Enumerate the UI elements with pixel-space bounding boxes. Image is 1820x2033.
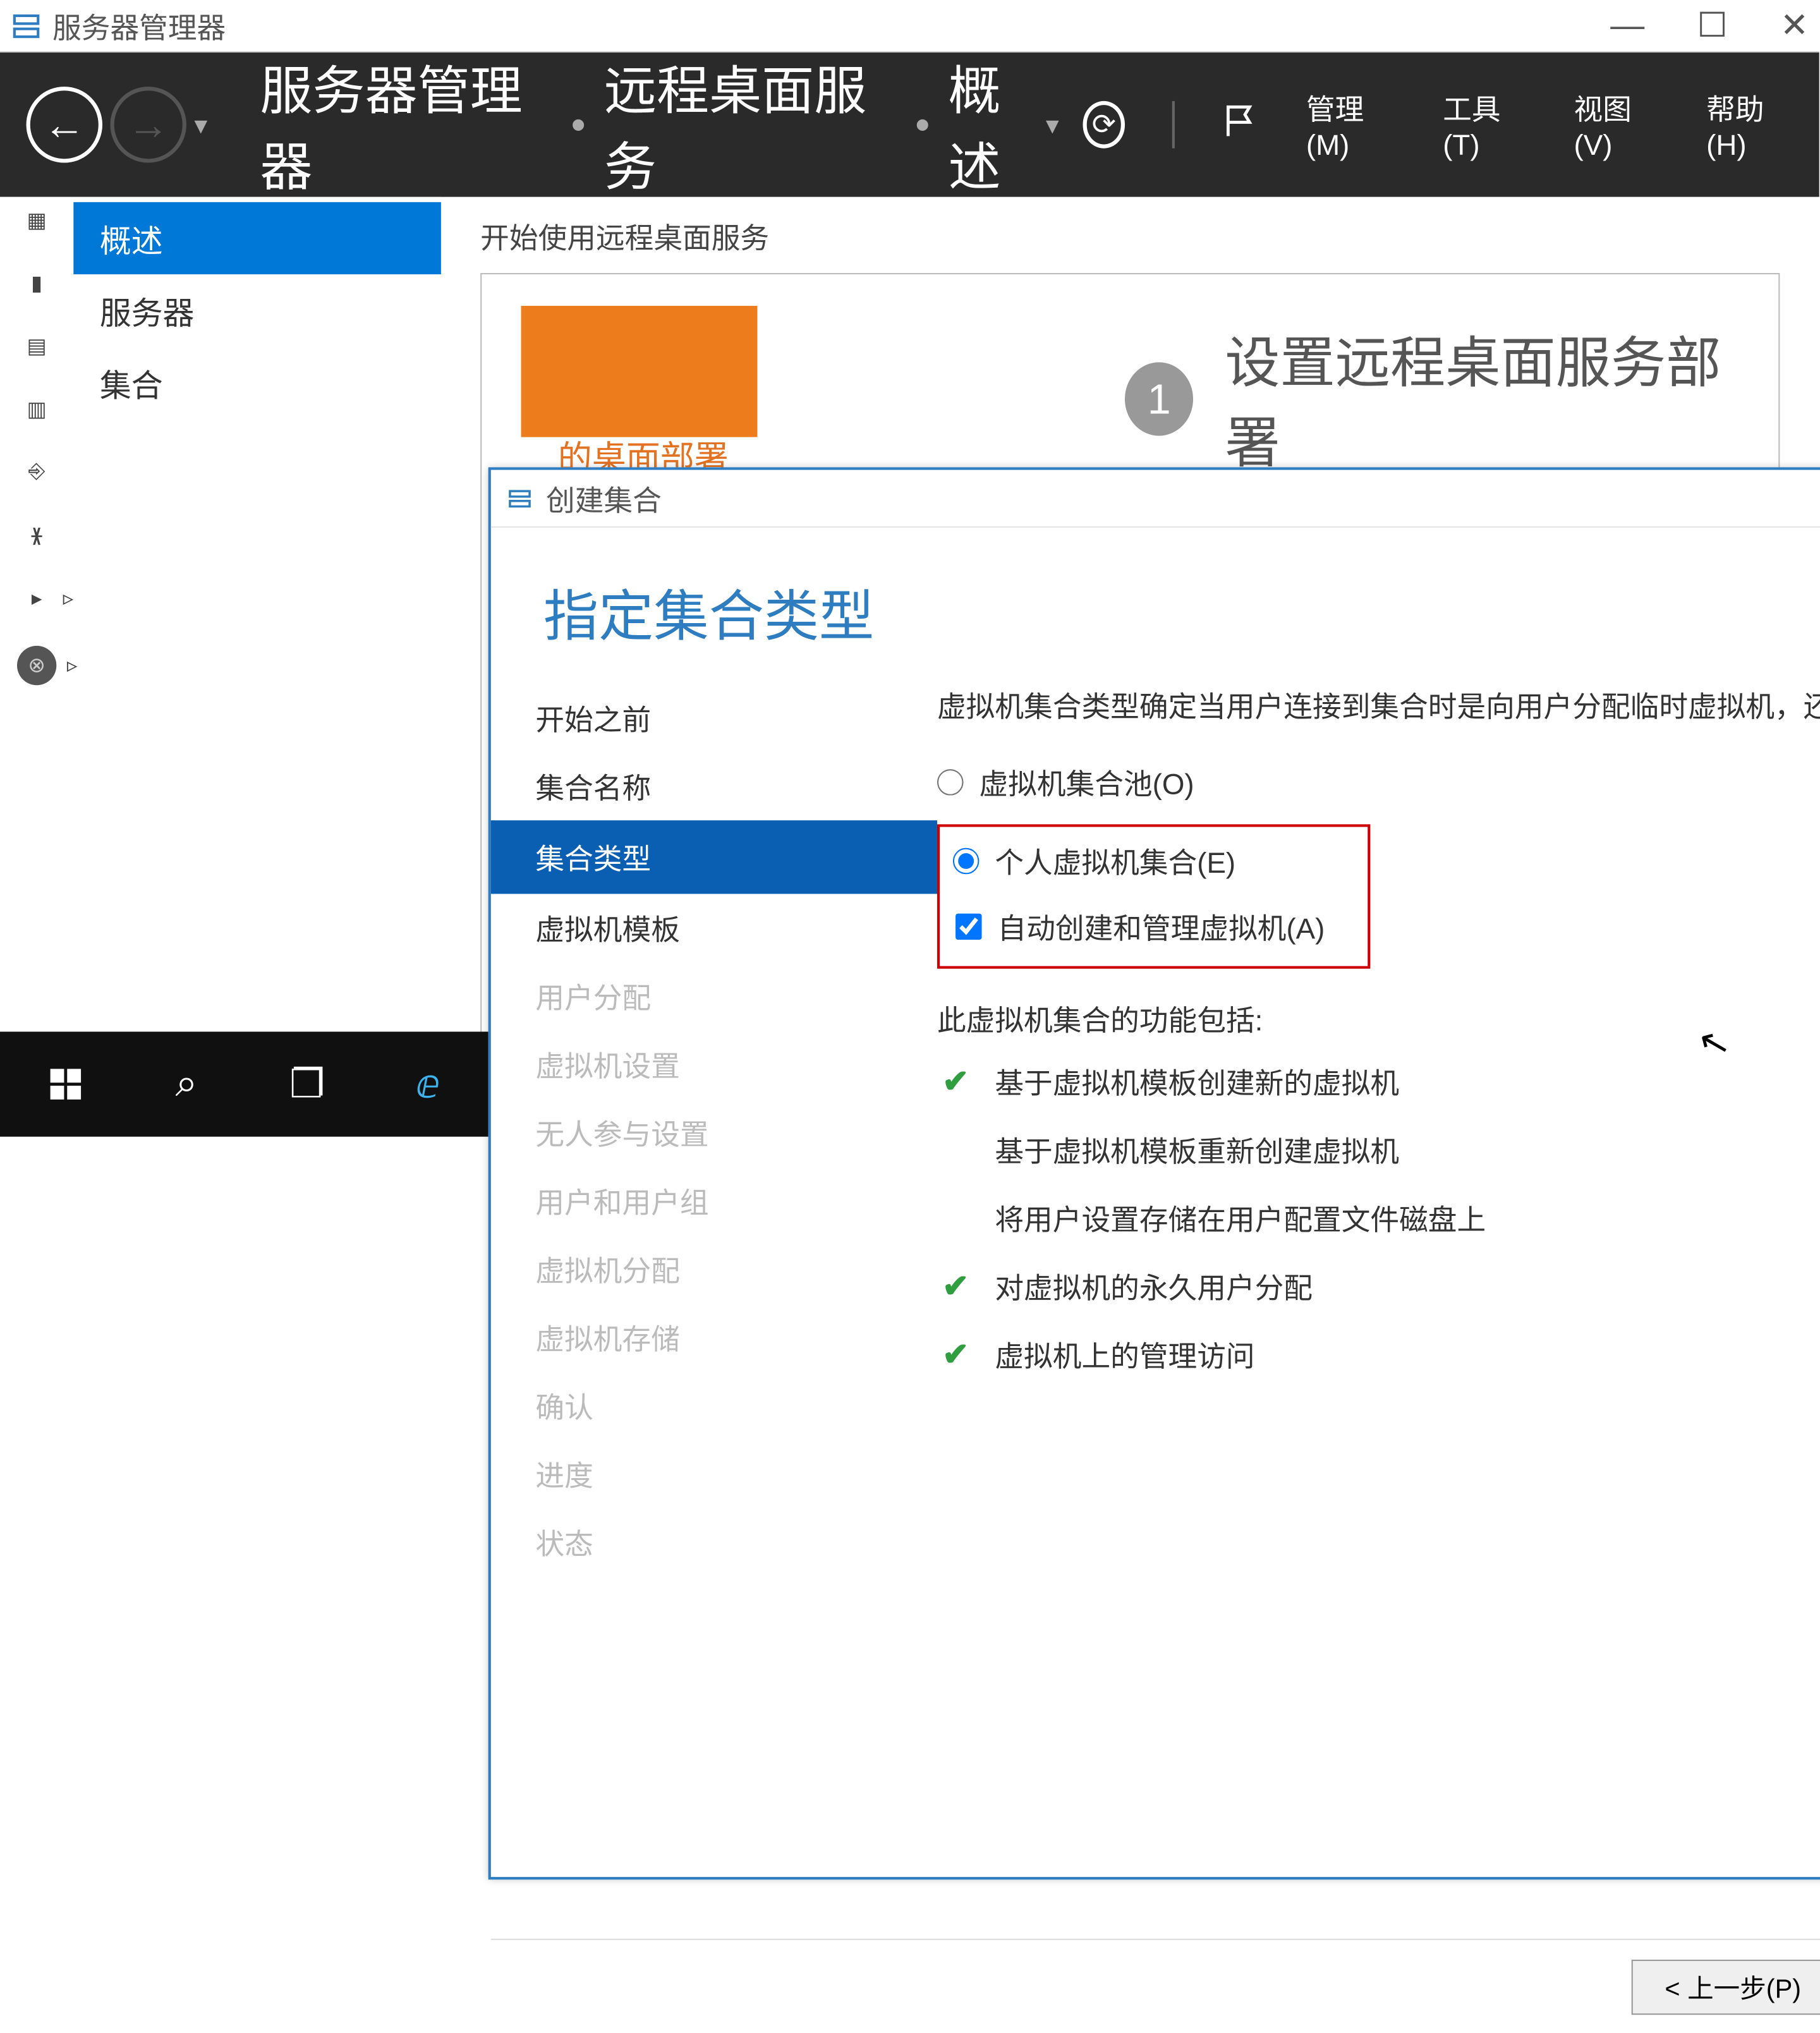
rail-rds-icon[interactable]: ⊗▹ xyxy=(17,646,56,685)
window-minimize-button[interactable]: — xyxy=(1610,5,1644,46)
radio-personal-row[interactable]: 个人虚拟机集合(E) xyxy=(953,841,1347,882)
wizard-step[interactable]: 开始之前 xyxy=(491,684,937,752)
sidebar-item-servers[interactable]: 服务器 xyxy=(73,274,441,346)
rail-file-services-icon[interactable]: ▥ xyxy=(18,394,55,425)
checkbox-auto-label: 自动创建和管理虚拟机(A) xyxy=(998,906,1325,948)
wizard-step-list: 开始之前 集合名称 集合类型 虚拟机模板 用户分配 虚拟机设置 无人参与设置 用… xyxy=(491,684,937,1939)
highlight-box: 个人虚拟机集合(E) 自动创建和管理虚拟机(A) xyxy=(937,825,1370,969)
wizard-step: 虚拟机分配 xyxy=(491,1235,937,1303)
wizard-step: 确认 xyxy=(491,1371,937,1440)
breadcrumb-root[interactable]: 服务器管理器 xyxy=(260,49,552,201)
wizard-content: 虚拟机集合类型确定当用户连接到集合时是向用户分配临时虚拟机，还是向用户分配个人虚… xyxy=(937,684,1820,1939)
step-number-badge: 1 xyxy=(1125,362,1193,435)
rail-nap-icon[interactable]: ᚕ xyxy=(18,519,55,551)
feature-item: ✔将用户设置存储在用户配置文件磁盘上 xyxy=(942,1198,1820,1239)
task-view-button[interactable]: ❐ xyxy=(246,1032,367,1137)
menu-tools[interactable]: 工具(T) xyxy=(1443,87,1527,162)
radio-personal-label: 个人虚拟机集合(E) xyxy=(995,841,1235,882)
breadcrumb-separator: • xyxy=(571,100,586,149)
nav-back-button[interactable]: ← xyxy=(27,87,102,162)
sidebar: 概述 服务器 集合 xyxy=(73,197,441,1032)
wizard-step: 无人参与设置 xyxy=(491,1098,937,1167)
breadcrumb-dropdown-icon[interactable]: ▾ xyxy=(1046,108,1059,141)
wizard-icon xyxy=(507,485,533,511)
wizard-step[interactable]: 虚拟机模板 xyxy=(491,894,937,962)
wizard-step: 用户分配 xyxy=(491,962,937,1030)
start-button[interactable] xyxy=(5,1032,126,1137)
feature-item: ✔基于虚拟机模板重新创建虚拟机 xyxy=(942,1129,1820,1171)
nav-forward-button[interactable]: → xyxy=(110,87,186,162)
sidebar-item-label: 集合 xyxy=(100,369,163,404)
feature-item: ✔对虚拟机的永久用户分配 xyxy=(942,1266,1820,1308)
wizard-titlebar: 创建集合 — ☐ ✕ xyxy=(491,470,1820,528)
menu-help[interactable]: 帮助(H) xyxy=(1706,87,1793,162)
wizard-step: 进度 xyxy=(491,1440,937,1508)
check-icon: ✔ xyxy=(942,1336,976,1374)
icon-rail: ▦ ▮ ▤ ▥ ⎆ ᚕ ▸▹ ⊗▹ xyxy=(0,197,73,1032)
wizard-title-text: 创建集合 xyxy=(546,477,662,519)
search-button[interactable]: ⌕ xyxy=(126,1032,246,1137)
sidebar-item-label: 概述 xyxy=(100,224,163,260)
header-bar: ← → ▾ 服务器管理器 • 远程桌面服务 • 概述 ▾ ⟳ 管理(M) 工具(… xyxy=(0,52,1819,197)
radio-pool-label: 虚拟机集合池(O) xyxy=(979,762,1194,803)
header-divider xyxy=(1173,101,1175,149)
radio-pool-row[interactable]: 虚拟机集合池(O) xyxy=(937,762,1820,803)
features-list: ✔基于虚拟机模板创建新的虚拟机 ✔基于虚拟机模板重新创建虚拟机 ✔将用户设置存储… xyxy=(937,1061,1820,1376)
rail-dashboard-icon[interactable]: ▦ xyxy=(18,205,55,236)
wizard-heading: 指定集合类型 xyxy=(491,528,1820,684)
check-icon: ✔ xyxy=(942,1063,976,1101)
checkbox-auto-manage[interactable] xyxy=(956,914,982,940)
checkbox-auto-row[interactable]: 自动创建和管理虚拟机(A) xyxy=(953,906,1347,948)
prev-button[interactable]: < 上一步(P) xyxy=(1632,1959,1820,2014)
wizard-step: 虚拟机存储 xyxy=(491,1303,937,1371)
window-maximize-button[interactable]: ☐ xyxy=(1697,5,1727,46)
wizard-step: 状态 xyxy=(491,1508,937,1576)
radio-personal[interactable] xyxy=(953,848,980,875)
feature-item: ✔虚拟机上的管理访问 xyxy=(942,1334,1820,1376)
wizard-footer: < 上一步(P) 下一步(N) > 创建(C) 取消 xyxy=(491,1939,1820,2033)
ie-button[interactable]: ⅇ xyxy=(368,1032,488,1137)
window-close-button[interactable]: ✕ xyxy=(1780,5,1809,46)
rail-remote-access-icon[interactable]: ▸▹ xyxy=(18,583,55,614)
refresh-button[interactable]: ⟳ xyxy=(1083,101,1125,149)
breadcrumb-separator: • xyxy=(915,100,930,149)
feature-item: ✔基于虚拟机模板创建新的虚拟机 xyxy=(942,1061,1820,1103)
wizard-step: 用户和用户组 xyxy=(491,1167,937,1235)
wizard-step-active[interactable]: 集合类型 xyxy=(491,820,937,894)
features-title: 此虚拟机集合的功能包括: xyxy=(937,998,1820,1040)
breadcrumb-section[interactable]: 远程桌面服务 xyxy=(604,49,897,201)
wizard-step[interactable]: 集合名称 xyxy=(491,752,937,820)
sidebar-item-collections[interactable]: 集合 xyxy=(73,346,441,418)
radio-pool[interactable] xyxy=(937,770,964,796)
create-collection-wizard: 创建集合 — ☐ ✕ 指定集合类型 开始之前 集合名称 集合类型 虚拟机模板 用… xyxy=(488,467,1820,1879)
check-icon: ✔ xyxy=(942,1268,976,1306)
getting-started-label: 开始使用远程桌面服务 xyxy=(480,215,1780,257)
notifications-flag-icon[interactable] xyxy=(1222,102,1259,147)
app-titlebar: 服务器管理器 — ☐ ✕ xyxy=(0,0,1819,52)
rail-local-server-icon[interactable]: ▮ xyxy=(18,268,55,300)
menu-view[interactable]: 视图(V) xyxy=(1574,87,1659,162)
sidebar-item-label: 服务器 xyxy=(100,296,195,332)
rail-iis-icon[interactable]: ⎆ xyxy=(18,457,55,489)
breadcrumb-page[interactable]: 概述 xyxy=(948,49,1045,201)
wizard-step: 虚拟机设置 xyxy=(491,1030,937,1098)
wizard-description: 虚拟机集合类型确定当用户连接到集合时是向用户分配临时虚拟机，还是向用户分配个人虚… xyxy=(937,684,1820,730)
nav-dropdown-icon[interactable]: ▾ xyxy=(194,108,207,141)
server-manager-icon xyxy=(11,10,42,42)
menu-manage[interactable]: 管理(M) xyxy=(1306,87,1396,162)
rail-all-servers-icon[interactable]: ▤ xyxy=(18,331,55,362)
app-title: 服务器管理器 xyxy=(52,4,226,46)
quick-start-tile[interactable] xyxy=(521,306,758,437)
breadcrumb: 服务器管理器 • 远程桌面服务 • 概述 xyxy=(260,49,1046,201)
sidebar-item-overview[interactable]: 概述 xyxy=(73,202,441,274)
